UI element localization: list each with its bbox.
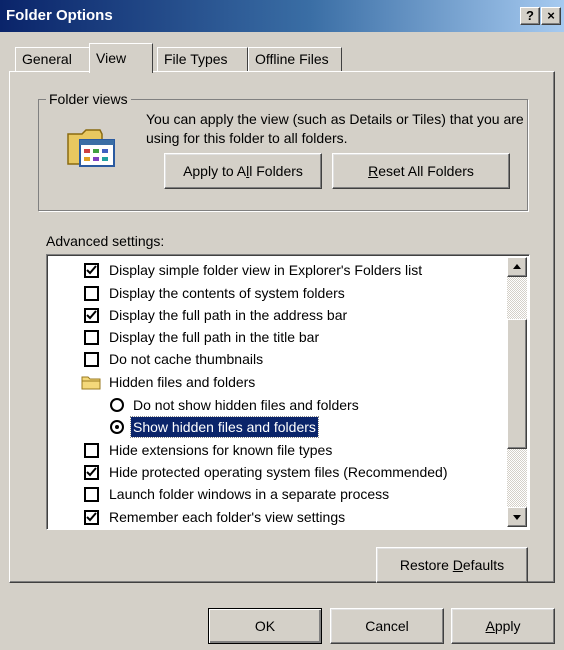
checkbox[interactable] <box>84 352 99 367</box>
cancel-button[interactable]: Cancel <box>330 608 444 644</box>
help-button[interactable]: ? <box>520 7 540 25</box>
scrollbar-thumb[interactable] <box>507 319 527 449</box>
advanced-settings-list[interactable]: Display simple folder view in Explorer's… <box>46 254 530 530</box>
checkbox[interactable] <box>84 465 99 480</box>
scroll-up-button[interactable] <box>507 257 527 277</box>
restore-label-post: efaults <box>462 557 505 573</box>
list-item-selected[interactable]: Show hidden files and folders <box>47 416 505 438</box>
checkbox[interactable] <box>84 330 99 345</box>
restore-label-key: D <box>452 557 463 573</box>
checkbox[interactable] <box>84 308 99 323</box>
apply-label-post: pply <box>494 618 521 634</box>
list-item[interactable]: Hide protected operating system files (R… <box>47 462 505 482</box>
vertical-scrollbar[interactable] <box>507 257 527 527</box>
list-item-label: Display the full path in the address bar <box>109 307 348 323</box>
restore-label-pre: Restore <box>399 557 453 573</box>
checkbox[interactable] <box>84 286 99 301</box>
radio-button[interactable] <box>110 398 124 412</box>
reset-all-folders-button[interactable]: Reset All Folders <box>332 153 510 189</box>
list-item[interactable]: Display the full path in the address bar <box>47 305 505 325</box>
list-item[interactable]: Launch folder windows in a separate proc… <box>47 484 505 504</box>
list-item[interactable]: Display the full path in the title bar <box>47 327 505 347</box>
tab-file-types[interactable]: File Types <box>157 47 248 71</box>
scroll-down-button[interactable] <box>507 507 527 527</box>
checkbox[interactable] <box>84 263 99 278</box>
tab-general-label: General <box>22 51 72 67</box>
close-icon: × <box>547 8 555 23</box>
list-item-label: Display simple folder view in Explorer's… <box>109 262 423 278</box>
folder-views-description: You can apply the view (such as Details … <box>146 111 524 146</box>
list-item[interactable]: Do not show hidden files and folders <box>47 395 505 415</box>
list-item-label: Hide extensions for known file types <box>109 442 333 458</box>
tab-offline-files[interactable]: Offline Files <box>248 47 342 71</box>
list-item-label: Show hidden files and folders <box>130 416 319 438</box>
checkbox[interactable] <box>84 443 99 458</box>
arrow-up-icon <box>513 264 521 269</box>
cancel-label: Cancel <box>365 618 409 634</box>
list-item[interactable]: Remember each folder's view settings <box>47 507 505 527</box>
tab-view-label: View <box>96 50 127 66</box>
list-item[interactable]: Hide extensions for known file types <box>47 440 505 460</box>
ok-button[interactable]: OK <box>208 608 322 644</box>
list-item-label: Do not cache thumbnails <box>109 351 264 367</box>
list-item[interactable]: Do not cache thumbnails <box>47 349 505 369</box>
list-item[interactable]: Display the contents of system folders <box>47 283 505 303</box>
reset-all-label-post: eset All Folders <box>378 163 474 179</box>
checkbox[interactable] <box>84 510 99 525</box>
help-icon: ? <box>526 8 534 23</box>
title-bar[interactable]: Folder Options ? × <box>0 0 564 32</box>
apply-label-key: A <box>485 618 495 634</box>
arrow-down-icon <box>513 515 521 520</box>
list-item-label: Display the full path in the title bar <box>109 329 320 345</box>
reset-all-label-key: R <box>368 163 379 179</box>
apply-all-label-post: l Folders <box>249 163 303 179</box>
tab-offline-files-label: Offline Files <box>255 51 329 67</box>
apply-button[interactable]: Apply <box>451 608 555 644</box>
apply-to-all-folders-button[interactable]: Apply to All Folders <box>164 153 322 189</box>
folder-views-label: Folder views <box>46 91 131 107</box>
ok-label: OK <box>254 618 276 634</box>
list-item-label: Launch folder windows in a separate proc… <box>109 486 390 502</box>
tab-general[interactable]: General <box>15 47 91 71</box>
list-item-label: Hide protected operating system files (R… <box>109 464 448 480</box>
tab-view[interactable]: View <box>89 43 153 73</box>
list-item-label: Hidden files and folders <box>109 374 256 390</box>
window-title: Folder Options <box>6 7 113 24</box>
checkbox[interactable] <box>84 487 99 502</box>
apply-all-label-pre: Apply to A <box>183 163 247 179</box>
folder-icon <box>81 375 101 395</box>
close-button[interactable]: × <box>541 7 561 25</box>
tab-file-types-label: File Types <box>164 51 228 67</box>
list-item-label: Do not show hidden files and folders <box>133 397 359 413</box>
restore-defaults-button[interactable]: Restore Defaults <box>376 547 528 583</box>
list-item-folder[interactable]: Hidden files and folders <box>47 372 505 392</box>
list-item-label: Display the contents of system folders <box>109 285 345 301</box>
folder-with-window-icon <box>66 126 118 173</box>
list-item-label: Remember each folder's view settings <box>109 509 346 525</box>
list-item[interactable]: Display simple folder view in Explorer's… <box>47 260 505 280</box>
radio-button[interactable] <box>110 420 124 434</box>
advanced-settings-label: Advanced settings: <box>46 233 165 249</box>
